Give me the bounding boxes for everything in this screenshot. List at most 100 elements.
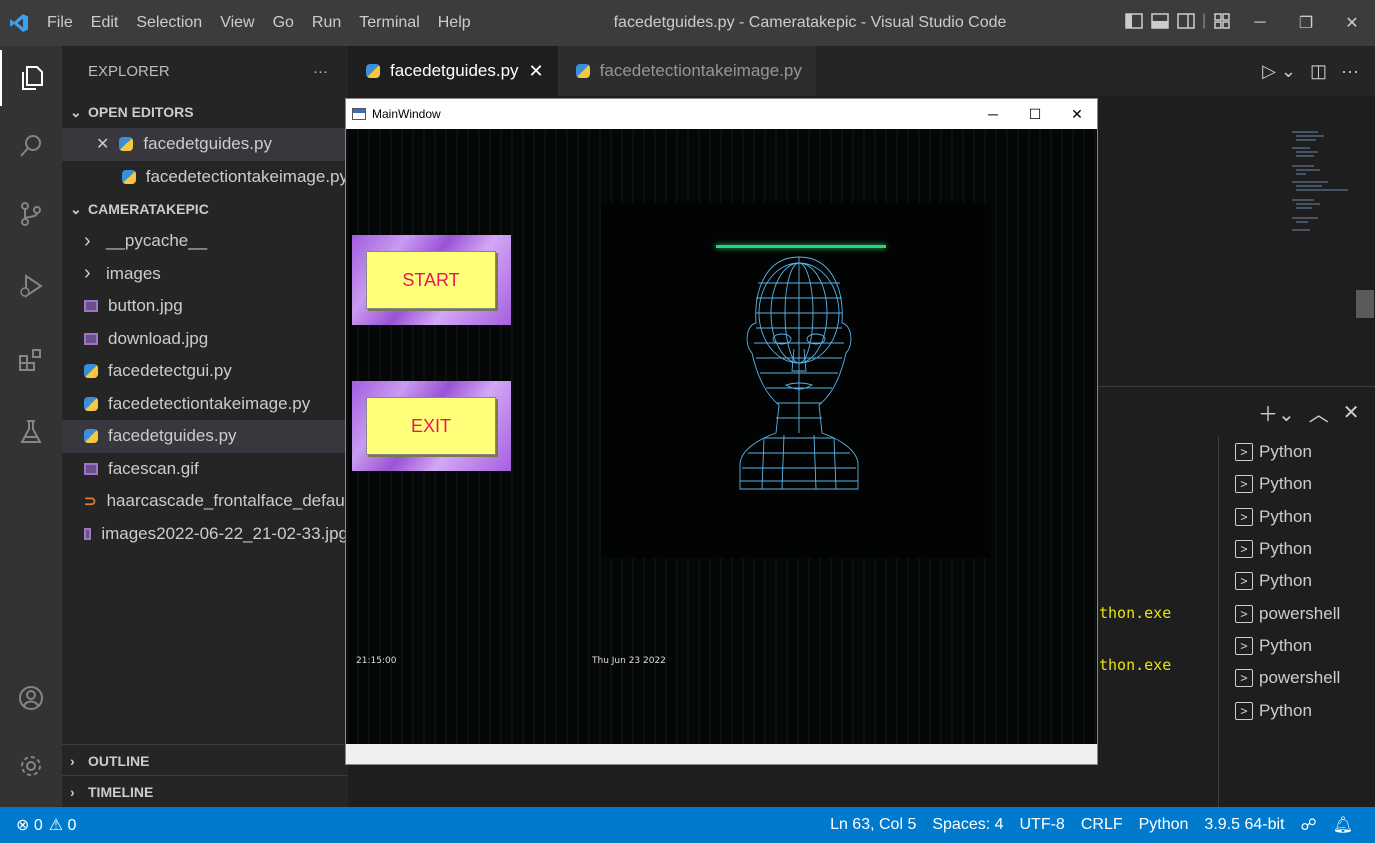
file-item[interactable]: facedetectgui.py bbox=[62, 355, 348, 388]
close-panel-icon[interactable]: ✕ bbox=[1343, 400, 1360, 425]
maximize-panel-icon[interactable]: ︿ bbox=[1309, 398, 1329, 427]
extensions-icon[interactable] bbox=[0, 332, 62, 388]
explorer-icon[interactable] bbox=[0, 50, 62, 106]
split-editor-icon[interactable]: ◫ bbox=[1310, 61, 1327, 82]
folder-item[interactable]: › images bbox=[62, 258, 348, 291]
explorer-title: EXPLORER bbox=[88, 62, 170, 80]
exit-button[interactable]: EXIT bbox=[366, 397, 496, 455]
app-close-icon[interactable]: ✕ bbox=[1056, 99, 1098, 129]
encoding[interactable]: UTF-8 bbox=[1012, 816, 1073, 834]
file-item[interactable]: ⊃ haarcascade_frontalface_defaul... bbox=[62, 485, 348, 518]
file-item[interactable]: facedetectiontakeimage.py bbox=[62, 388, 348, 421]
file-label: button.jpg bbox=[108, 296, 183, 316]
editor-scrollbar[interactable] bbox=[1356, 290, 1374, 318]
run-debug-icon[interactable] bbox=[0, 258, 62, 314]
open-editors-header[interactable]: ⌄ OPEN EDITORS bbox=[62, 96, 348, 128]
file-item[interactable]: facescan.gif bbox=[62, 453, 348, 486]
terminal-instance[interactable]: > Python bbox=[1219, 436, 1375, 468]
terminal-instance[interactable]: > Python bbox=[1219, 468, 1375, 500]
terminal-instance[interactable]: > Python bbox=[1219, 694, 1375, 726]
chevron-right-icon: › bbox=[84, 262, 91, 285]
file-item[interactable]: facedetguides.py bbox=[62, 420, 348, 453]
project-folder-header[interactable]: ⌄ CAMERATAKEPIC bbox=[62, 193, 348, 225]
file-label: facedetectiontakeimage.py bbox=[108, 393, 311, 413]
minimap[interactable] bbox=[1288, 128, 1358, 238]
terminal-instance[interactable]: > Python bbox=[1219, 533, 1375, 565]
timeline-section[interactable]: › TIMELINE bbox=[62, 775, 348, 807]
more-actions-icon[interactable]: ··· bbox=[1341, 61, 1359, 82]
python-file-icon bbox=[84, 429, 98, 444]
new-terminal-icon[interactable]: ＋⌄ bbox=[1258, 398, 1295, 427]
notifications-bell-icon[interactable]: 🔔︎ bbox=[1325, 815, 1361, 835]
customize-layout-icon[interactable] bbox=[1212, 11, 1232, 31]
close-icon[interactable]: ✕ bbox=[1329, 0, 1375, 46]
activity-bar bbox=[0, 46, 62, 807]
app-minimize-icon[interactable]: ─ bbox=[972, 99, 1014, 129]
testing-icon[interactable] bbox=[0, 404, 62, 460]
file-label: images bbox=[106, 263, 161, 283]
indentation[interactable]: Spaces: 4 bbox=[924, 816, 1011, 834]
terminal-instance[interactable]: > powershell bbox=[1219, 662, 1375, 694]
menu-edit[interactable]: Edit bbox=[82, 0, 128, 46]
terminal-instance[interactable]: > powershell bbox=[1219, 597, 1375, 629]
menu-view[interactable]: View bbox=[211, 0, 263, 46]
python-file-icon bbox=[122, 169, 136, 184]
open-editor-item[interactable]: facedetectiontakeimage.py bbox=[62, 161, 348, 194]
file-label: facedetectgui.py bbox=[108, 361, 232, 381]
python-file-icon bbox=[84, 396, 98, 411]
terminal-instance-label: Python bbox=[1259, 539, 1312, 559]
terminal-instance[interactable]: > Python bbox=[1219, 565, 1375, 597]
open-editor-label: facedetguides.py bbox=[143, 134, 272, 154]
folder-item[interactable]: › __pycache__ bbox=[62, 225, 348, 258]
menu-help[interactable]: Help bbox=[429, 0, 480, 46]
start-button[interactable]: START bbox=[366, 251, 496, 309]
toggle-panel-icon[interactable] bbox=[1150, 11, 1170, 31]
warning-count: ⚠ 0 bbox=[48, 817, 77, 834]
run-file-icon[interactable]: ▷ ⌄ bbox=[1262, 61, 1296, 82]
python-file-icon bbox=[575, 64, 590, 78]
image-file-icon bbox=[84, 527, 92, 540]
source-control-icon[interactable] bbox=[0, 186, 62, 242]
status-right: Ln 63, Col 5 Spaces: 4 UTF-8 CRLF Python… bbox=[822, 807, 1361, 843]
line-ending[interactable]: CRLF bbox=[1073, 816, 1131, 834]
outline-section[interactable]: › OUTLINE bbox=[62, 744, 348, 776]
menu-selection[interactable]: Selection bbox=[127, 0, 211, 46]
menu-run[interactable]: Run bbox=[303, 0, 350, 46]
file-item[interactable]: download.jpg bbox=[62, 323, 348, 356]
minimize-icon[interactable]: ─ bbox=[1237, 0, 1283, 46]
close-tab-icon[interactable]: ✕ bbox=[529, 61, 544, 82]
file-item[interactable]: button.jpg bbox=[62, 290, 348, 323]
menu-terminal[interactable]: Terminal bbox=[350, 0, 428, 46]
tab-facedetguides[interactable]: facedetguides.py ✕ bbox=[348, 46, 558, 96]
menu-go[interactable]: Go bbox=[264, 0, 303, 46]
image-file-icon bbox=[84, 332, 98, 345]
chevron-down-icon: ⌄ bbox=[70, 103, 82, 120]
layout-controls: | bbox=[1124, 11, 1232, 31]
accounts-icon[interactable] bbox=[0, 670, 62, 726]
status-bar: ⊗ 0 ⚠ 0 Ln 63, Col 5 Spaces: 4 UTF-8 CRL… bbox=[0, 807, 1375, 843]
menu-file[interactable]: File bbox=[38, 0, 82, 46]
search-icon[interactable] bbox=[0, 118, 62, 174]
live-share-icon[interactable]: ☍ bbox=[1292, 815, 1324, 835]
terminal-instance[interactable]: > Python bbox=[1219, 501, 1375, 533]
title-bar: File Edit Selection View Go Run Terminal Help f… bbox=[0, 0, 1375, 46]
cursor-position[interactable]: Ln 63, Col 5 bbox=[822, 816, 924, 834]
restore-icon[interactable]: ❐ bbox=[1283, 0, 1329, 46]
tab-facedetectiontakeimage[interactable]: facedetectiontakeimage.py bbox=[557, 46, 816, 96]
app-maximize-icon[interactable]: ☐ bbox=[1014, 99, 1056, 129]
close-editor-icon[interactable]: ✕ bbox=[96, 134, 109, 154]
app-main-window: MainWindow ─ ☐ ✕ START EXIT 21:15:00 Thu… bbox=[345, 98, 1098, 765]
python-interpreter[interactable]: 3.9.5 64-bit bbox=[1196, 816, 1292, 834]
toggle-sidebar-icon[interactable] bbox=[1124, 11, 1144, 31]
problems-indicator[interactable]: ⊗ 0 ⚠ 0 bbox=[0, 815, 76, 835]
image-file-icon bbox=[84, 300, 98, 313]
open-editor-item[interactable]: ✕ facedetguides.py bbox=[62, 128, 348, 161]
separator: | bbox=[1202, 12, 1207, 29]
toggle-secondary-sidebar-icon[interactable] bbox=[1176, 11, 1196, 31]
settings-gear-icon[interactable] bbox=[0, 738, 62, 794]
more-actions-icon[interactable]: ··· bbox=[313, 63, 328, 80]
terminal-instance[interactable]: > Python bbox=[1219, 630, 1375, 662]
chevron-right-icon: › bbox=[70, 752, 75, 769]
language-mode[interactable]: Python bbox=[1131, 816, 1197, 834]
file-item[interactable]: images2022-06-22_21-02-33.jpg bbox=[62, 518, 348, 551]
